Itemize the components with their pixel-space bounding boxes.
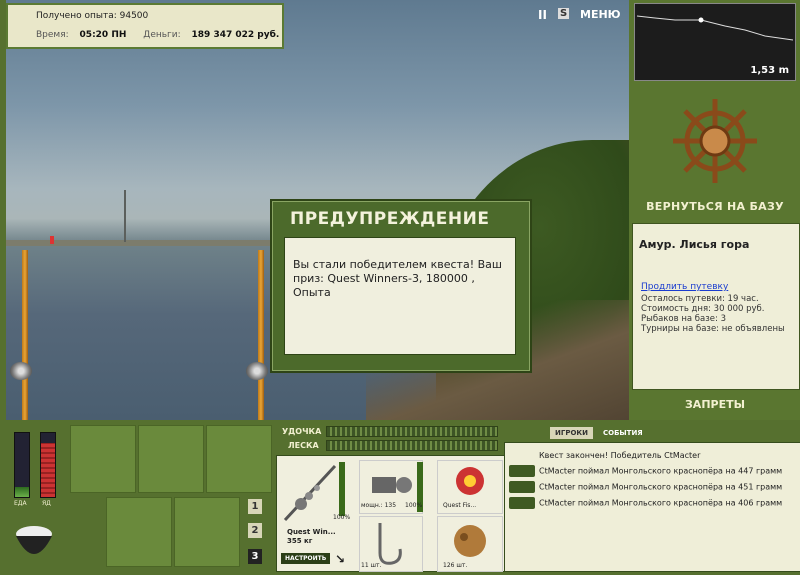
money-value: 189 347 022 руб. [191,30,280,40]
dialog-title: ПРЕДУПРЕЖДЕНИЕ [290,209,490,229]
reel-percent: 100% [405,502,423,509]
time-value: 05:20 ПН [79,30,127,40]
rod-reel-icon[interactable] [281,460,339,526]
bans-button[interactable]: ЗАПРЕТЫ [632,398,798,411]
dialog-body: Вы стали победителем квеста! Ваш приз: Q… [284,237,516,355]
sound-button[interactable]: S [558,8,570,19]
return-to-base-button[interactable]: ВЕРНУТЬСЯ НА БАЗУ [632,200,798,218]
experience-row: Получено опыта: 94500 [36,11,148,21]
tackle-panel: 100% Quest Win... 355 кг НАСТРОИТЬ ↘ мощ… [276,455,506,572]
ship-wheel-icon[interactable] [670,96,760,186]
list-item: CtMacter поймал Монгольского краснопёра … [509,465,782,479]
food-bar-fill [15,487,29,497]
time-row: Время: 05:20 ПН Деньги: 189 347 022 руб. [36,30,279,40]
basket-icon[interactable] [106,497,172,567]
money-label: Деньги: [143,30,181,40]
list-item: CtMacter поймал Монгольского краснопёра … [509,481,782,495]
tackle-box-icon[interactable] [70,425,136,493]
fish-icon [509,481,535,493]
line-bar-label: ЛЕСКА [288,441,319,450]
fishing-rod-left[interactable] [22,250,28,420]
rod-name: Quest Win... [287,528,336,536]
location-info-panel: Амур. Лисья гора Продлить путевку Остало… [632,223,800,390]
player-info-panel: Получено опыта: 94500 Время: 05:20 ПН Де… [6,3,284,49]
list-item: Квест закончен! Победитель CtMacter [539,451,701,460]
buoy [50,236,54,244]
hook-count: 11 шт. [361,562,382,569]
experience-value: 94500 [119,11,149,21]
fishers-count: Рыбаков на базе: 3 [641,314,726,324]
events-log: Квест закончен! Победитель CtMacter CtMa… [504,442,800,572]
warning-dialog[interactable]: ПРЕДУПРЕЖДЕНИЕ Вы стали победителем квес… [270,199,532,373]
tab-players[interactable]: ИГРОКИ [550,427,593,439]
pause-button[interactable]: II [538,8,547,22]
list-item: CtMacter поймал Монгольского краснопёра … [509,497,782,511]
rod-condition-bar [339,462,345,516]
food-label: ЕДА [14,500,27,507]
reel-left[interactable] [10,362,32,380]
rod-weight: 355 кг [287,537,313,545]
rod-strength-bar [326,426,498,437]
page-1-button[interactable]: 1 [248,499,262,514]
reel-right[interactable] [246,362,268,380]
page-2-button[interactable]: 2 [248,523,262,538]
tab-events[interactable]: СОБЫТИЯ [598,427,648,439]
distant-tower [124,190,126,242]
day-cost: Стоимость дня: 30 000 руб. [641,304,765,314]
rod-percent: 100% [333,514,351,521]
depth-graph: 1,53 m [634,3,796,81]
poison-label: ЯД [42,500,51,507]
page-3-button[interactable]: 3 [248,549,262,564]
food-bar [14,432,30,498]
poison-bar-fill [41,443,55,497]
setup-button[interactable]: НАСТРОИТЬ [281,553,331,564]
bucket-icon[interactable] [174,497,240,567]
fish-icon [509,497,535,509]
rod-case-icon[interactable] [206,425,272,493]
tournaments-info: Турниры на базе: не объявлены [641,324,785,334]
location-title: Амур. Лисья гора [639,238,750,251]
bait-count: 126 шт. [443,562,468,569]
menu-button[interactable]: МЕНЮ [580,8,621,21]
reel-power: мощн.: 135 [361,502,397,509]
line-name: Quest Fis... [443,502,477,509]
bait-bag-icon[interactable] [138,425,204,493]
remaining-time: Осталось путевки: 19 час. [641,294,759,304]
fish-icon [509,465,535,477]
line-strength-bar [326,440,498,451]
experience-label: Получено опыта: [36,11,117,21]
fishing-rod-right[interactable] [258,250,264,420]
extend-trip-link[interactable]: Продлить путевку [641,282,728,292]
food-pot-icon[interactable] [10,512,58,564]
depth-value: 1,53 m [750,65,789,76]
time-label: Время: [36,30,69,40]
dialog-message: Вы стали победителем квеста! Ваш приз: Q… [293,258,502,299]
arrow-down-right-icon[interactable]: ↘ [335,552,345,566]
poison-bar [40,432,56,498]
rod-bar-label: УДОЧКА [282,427,322,436]
